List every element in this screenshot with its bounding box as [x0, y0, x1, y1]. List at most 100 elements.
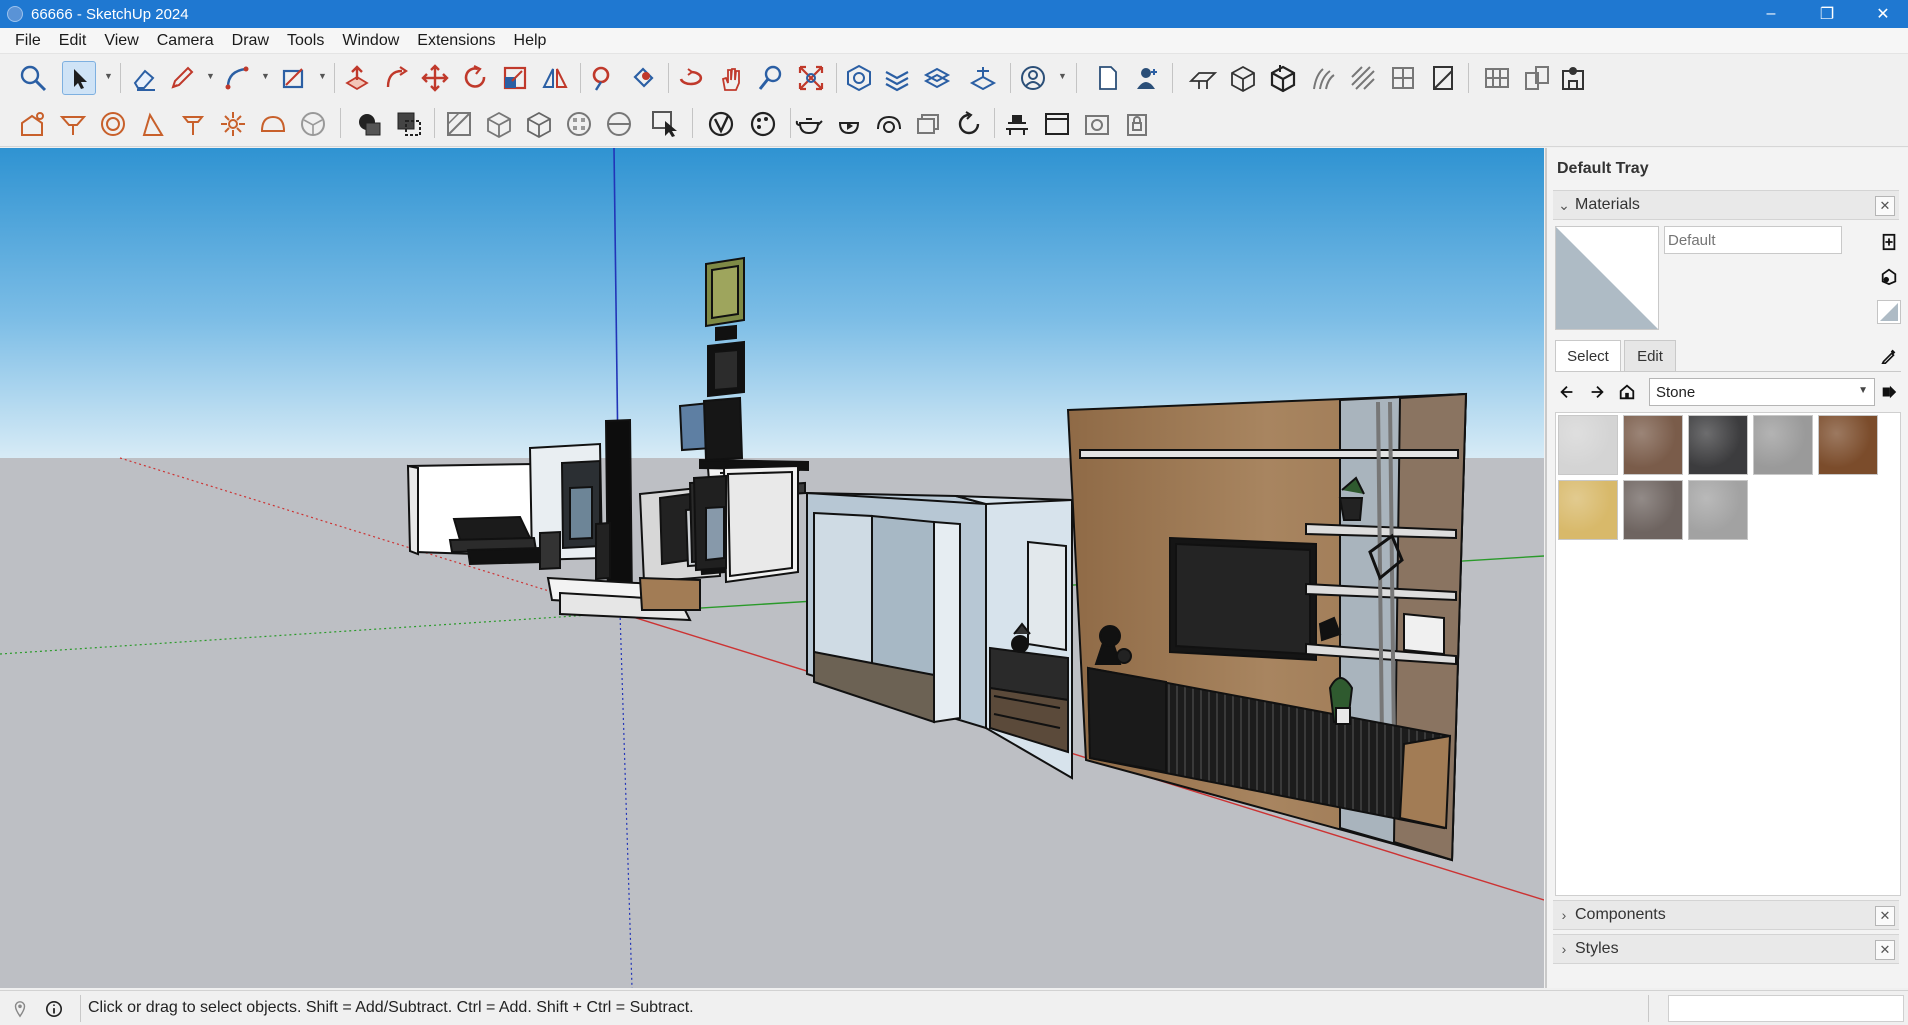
wireframe-tool[interactable]	[392, 107, 426, 141]
zoom-tool[interactable]	[16, 61, 50, 95]
section-fill-tool[interactable]	[176, 107, 210, 141]
create-material-button[interactable]	[1877, 264, 1901, 288]
new-file-button[interactable]	[1090, 61, 1124, 95]
swatch-granite-light[interactable]	[1688, 480, 1748, 540]
rotate-tool[interactable]	[458, 61, 492, 95]
solid-subtract-tool[interactable]	[1346, 61, 1380, 95]
swatch-sandstone-yellow[interactable]	[1558, 480, 1618, 540]
render-settings-tool[interactable]	[832, 107, 866, 141]
geo-location-icon[interactable]	[10, 999, 30, 1019]
render-frame-tool[interactable]	[872, 107, 906, 141]
flip-tool[interactable]	[538, 61, 572, 95]
solid-outer-shell-tool[interactable]	[1226, 61, 1260, 95]
materials-close-button[interactable]: ✕	[1875, 196, 1895, 216]
shaded-tool[interactable]	[482, 107, 516, 141]
swatch-stone-brown[interactable]	[1818, 415, 1878, 475]
info-icon[interactable]	[44, 999, 64, 1019]
select-tool[interactable]	[62, 61, 96, 95]
menu-view[interactable]: View	[95, 28, 147, 54]
shadows-tool[interactable]	[216, 107, 250, 141]
arc-dropdown-icon[interactable]: ▼	[261, 71, 270, 81]
styles-close-button[interactable]: ✕	[1875, 940, 1895, 960]
scale-tool[interactable]	[498, 61, 532, 95]
sample-paint-tool[interactable]	[1877, 344, 1901, 368]
sample-paint-button[interactable]	[1877, 230, 1901, 254]
chevron-right-icon[interactable]: ›	[1553, 941, 1575, 957]
tab-edit[interactable]: Edit	[1624, 340, 1676, 372]
layout-tool[interactable]	[1520, 61, 1554, 95]
render-play-tool[interactable]	[792, 107, 826, 141]
render-table-tool[interactable]	[952, 107, 986, 141]
swatch-granite-brown[interactable]	[1623, 415, 1683, 475]
line-dropdown-icon[interactable]: ▼	[206, 71, 215, 81]
menu-tools[interactable]: Tools	[278, 28, 333, 54]
swatch-granite-mixed[interactable]	[1623, 480, 1683, 540]
components-close-button[interactable]: ✕	[1875, 906, 1895, 926]
menu-help[interactable]: Help	[505, 28, 556, 54]
minimize-button[interactable]: –	[1748, 0, 1794, 28]
sandbox-flip-edge-tool[interactable]	[966, 61, 1000, 95]
render-teapot-tool[interactable]	[746, 107, 780, 141]
textured-tool[interactable]	[522, 107, 556, 141]
paint-bucket-tool[interactable]	[626, 61, 660, 95]
render-window-tool[interactable]	[1000, 107, 1034, 141]
pan-tool[interactable]	[714, 61, 748, 95]
warehouse-tool[interactable]	[1556, 61, 1590, 95]
orbit-tool[interactable]	[674, 61, 708, 95]
style-builder-tool[interactable]	[704, 107, 738, 141]
tab-select[interactable]: Select	[1555, 340, 1621, 372]
grid-tool[interactable]	[1480, 61, 1514, 95]
swatch-stone-grey[interactable]	[1753, 415, 1813, 475]
menu-edit[interactable]: Edit	[50, 28, 96, 54]
back-button[interactable]	[1555, 380, 1579, 404]
scene-canvas[interactable]	[0, 148, 1544, 988]
render-lock-tool[interactable]	[1080, 107, 1114, 141]
solid-split-tool[interactable]	[1426, 61, 1460, 95]
tape-measure-tool[interactable]	[586, 61, 620, 95]
rectangle-tool[interactable]	[276, 61, 310, 95]
home-button[interactable]	[1615, 380, 1639, 404]
solid-trim-tool[interactable]	[1386, 61, 1420, 95]
chevron-right-icon[interactable]: ›	[1553, 907, 1575, 923]
walk-tool[interactable]	[96, 107, 130, 141]
line-tool[interactable]	[165, 61, 199, 95]
close-button[interactable]: ✕	[1860, 0, 1906, 28]
solid-intersect-tool[interactable]	[1266, 61, 1300, 95]
forward-button[interactable]	[1585, 380, 1609, 404]
sandbox-stamp-tool[interactable]	[880, 61, 914, 95]
sandbox-drape-tool[interactable]	[920, 61, 954, 95]
swatch-marble-white[interactable]	[1558, 415, 1618, 475]
move-tool[interactable]	[418, 61, 452, 95]
section-plane-tool[interactable]	[1186, 61, 1220, 95]
material-name-input[interactable]	[1664, 226, 1842, 254]
arc-tool[interactable]	[220, 61, 254, 95]
follow-me-tool[interactable]	[380, 61, 414, 95]
render-lock-settings-tool[interactable]	[1120, 107, 1154, 141]
fog-tool[interactable]	[256, 107, 290, 141]
x-ray-tool[interactable]	[296, 107, 330, 141]
extension-warehouse-tool[interactable]	[648, 107, 682, 141]
menu-draw[interactable]: Draw	[223, 28, 278, 54]
monochrome-tool[interactable]	[562, 107, 596, 141]
rectangle-dropdown-icon[interactable]: ▼	[318, 71, 327, 81]
menu-file[interactable]: File	[6, 28, 50, 54]
render-refresh-tool[interactable]	[912, 107, 946, 141]
zoom-extents-tool[interactable]	[794, 61, 828, 95]
default-material-button[interactable]	[1877, 300, 1901, 324]
look-around-tool[interactable]	[136, 107, 170, 141]
zoom-window-tool[interactable]	[754, 61, 788, 95]
menu-window[interactable]: Window	[333, 28, 408, 54]
material-collection-select[interactable]: Stone ▼	[1649, 378, 1875, 406]
position-camera-tool[interactable]	[56, 107, 90, 141]
photo-texture-tool[interactable]	[16, 107, 50, 141]
components-browser-tool[interactable]	[602, 107, 636, 141]
push-pull-tool[interactable]	[340, 61, 374, 95]
components-panel-header[interactable]: › Components ✕	[1553, 900, 1899, 930]
sandbox-smoove-tool[interactable]	[842, 61, 876, 95]
eraser-tool[interactable]	[127, 61, 161, 95]
restore-button[interactable]: ❐	[1804, 0, 1850, 28]
materials-panel-header[interactable]: ⌄ Materials ✕	[1553, 190, 1899, 220]
chevron-down-icon[interactable]: ⌄	[1553, 197, 1575, 214]
account-button[interactable]	[1016, 61, 1050, 95]
hidden-line-tool[interactable]	[442, 107, 476, 141]
